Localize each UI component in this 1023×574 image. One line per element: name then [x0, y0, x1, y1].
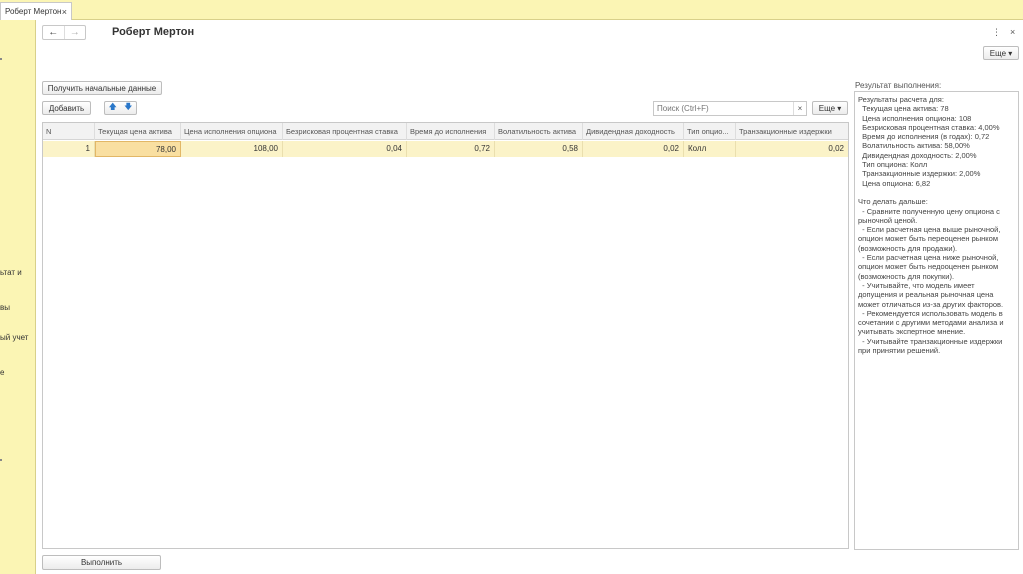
result-line: - Если расчетная цена выше рыночной,	[858, 225, 1001, 235]
column-header-option-type[interactable]: Тип опцио...	[684, 123, 736, 140]
sidebar-item-fragment[interactable]: е	[0, 368, 4, 377]
search-field[interactable]: ×	[653, 101, 807, 116]
cell-time-to-expiry[interactable]: 0,72	[407, 141, 495, 157]
tab-title: Роберт Мертон	[5, 7, 62, 16]
column-header-transaction-costs[interactable]: Транзакционные издержки	[736, 123, 848, 140]
result-line: (возможность для продажи).	[858, 243, 958, 253]
back-arrow-icon[interactable]: ←	[43, 26, 64, 39]
close-form-icon[interactable]: ×	[1010, 27, 1015, 37]
tab-close-icon[interactable]: ×	[62, 7, 67, 17]
table-row[interactable]: 1 78,00 108,00 0,04 0,72 0,58 0,02 Колл …	[43, 141, 848, 157]
cell-option-type[interactable]: Колл	[684, 141, 736, 157]
side-marker	[0, 459, 2, 461]
result-line: Волатильность актива: 58,00%	[858, 141, 970, 151]
column-header-dividend-yield[interactable]: Дивидендная доходность	[583, 123, 684, 140]
result-line: Тип опциона: Колл	[858, 160, 928, 170]
result-line: - Рекомендуется использовать модель в	[858, 308, 1003, 318]
side-marker	[0, 58, 2, 60]
column-header-volatility[interactable]: Волатильность актива	[495, 123, 583, 140]
result-line: может отличаться из-за других факторов.	[858, 299, 1004, 309]
result-line: учитывать экспертное мнение.	[858, 327, 966, 337]
move-down-icon[interactable]: 🡇	[124, 101, 132, 115]
cell-volatility[interactable]: 0,58	[495, 141, 583, 157]
column-header-time-to-expiry[interactable]: Время до исполнения	[407, 123, 495, 140]
result-line	[858, 188, 1015, 197]
result-line: Текущая цена актива: 78	[858, 104, 949, 114]
result-line: допущения и реальная рыночная цена	[858, 290, 994, 300]
result-line: рыночной ценой.	[858, 215, 918, 225]
form-more-button[interactable]: Еще ▾	[983, 46, 1019, 60]
cell-transaction-costs[interactable]: 0,02	[736, 141, 848, 157]
search-input[interactable]	[657, 104, 793, 113]
tab-robert-merton[interactable]: Роберт Мертон ×	[0, 2, 72, 20]
history-navigation: ← →	[42, 25, 86, 40]
result-line: Цена исполнения опциона: 108	[858, 113, 972, 123]
result-line: опцион может быть переоценен рынком	[858, 234, 998, 244]
column-header-risk-free-rate[interactable]: Безрисковая процентная ставка	[283, 123, 407, 140]
result-line: при принятии решений.	[858, 346, 941, 356]
column-header-n[interactable]: N	[43, 123, 95, 140]
run-button[interactable]: Выполнить	[42, 555, 161, 570]
result-line: опцион может быть недооценен рынком	[858, 262, 999, 272]
sections-panel: ьтат и вы ый учет е	[0, 20, 36, 574]
result-line: Безрисковая процентная ставка: 4,00%	[858, 122, 1000, 132]
result-line: Результаты расчета для:	[858, 95, 944, 104]
sidebar-item-fragment[interactable]: ый учет	[0, 333, 28, 342]
result-line: - Сравните полученную цену опциона с	[858, 206, 1000, 216]
result-line: - Если расчетная цена ниже рыночной,	[858, 253, 999, 263]
cell-dividend-yield[interactable]: 0,02	[583, 141, 684, 157]
cell-risk-free-rate[interactable]: 0,04	[283, 141, 407, 157]
more-actions-icon[interactable]: ⋮	[992, 27, 1001, 38]
result-line: Цена опциона: 6,82	[858, 178, 931, 188]
move-buttons: 🡅 🡇	[104, 101, 137, 115]
result-line: сочетании с другими методами анализа и	[858, 318, 1004, 328]
result-text-area[interactable]: Результаты расчета для: Текущая цена акт…	[854, 91, 1019, 550]
get-initial-data-button[interactable]: Получить начальные данные	[42, 81, 162, 95]
clear-search-icon[interactable]: ×	[793, 102, 806, 115]
table-header: N Текущая цена актива Цена исполнения оп…	[43, 123, 848, 140]
result-line: Время до исполнения (в годах): 0,72	[858, 132, 990, 142]
add-button[interactable]: Добавить	[42, 101, 91, 115]
result-label: Результат выполнения:	[855, 81, 942, 90]
result-line: Дивидендная доходность: 2,00%	[858, 150, 977, 160]
cell-strike-price[interactable]: 108,00	[181, 141, 283, 157]
move-up-icon[interactable]: 🡅	[109, 101, 117, 115]
cell-n[interactable]: 1	[43, 141, 95, 157]
table-more-button[interactable]: Еще ▾	[812, 101, 848, 115]
page-title: Роберт Мертон	[112, 26, 195, 38]
parameters-table: N Текущая цена актива Цена исполнения оп…	[42, 122, 849, 549]
result-line: - Учитывайте транзакционные издержки	[858, 336, 1003, 346]
result-line: - Учитывайте, что модель имеет	[858, 280, 975, 290]
sidebar-item-fragment[interactable]: ьтат и	[0, 268, 22, 277]
tab-bar: Роберт Мертон ×	[0, 0, 1023, 20]
sidebar-item-fragment[interactable]: вы	[0, 303, 10, 312]
forward-arrow-icon[interactable]: →	[63, 26, 86, 39]
column-header-current-price[interactable]: Текущая цена актива	[95, 123, 181, 140]
result-line: Транзакционные издержки: 2,00%	[858, 169, 981, 179]
result-line: (возможность для покупки).	[858, 271, 955, 281]
column-header-strike-price[interactable]: Цена исполнения опциона	[181, 123, 283, 140]
result-line: Что делать дальше:	[858, 197, 928, 207]
cell-current-price[interactable]: 78,00	[95, 141, 181, 157]
